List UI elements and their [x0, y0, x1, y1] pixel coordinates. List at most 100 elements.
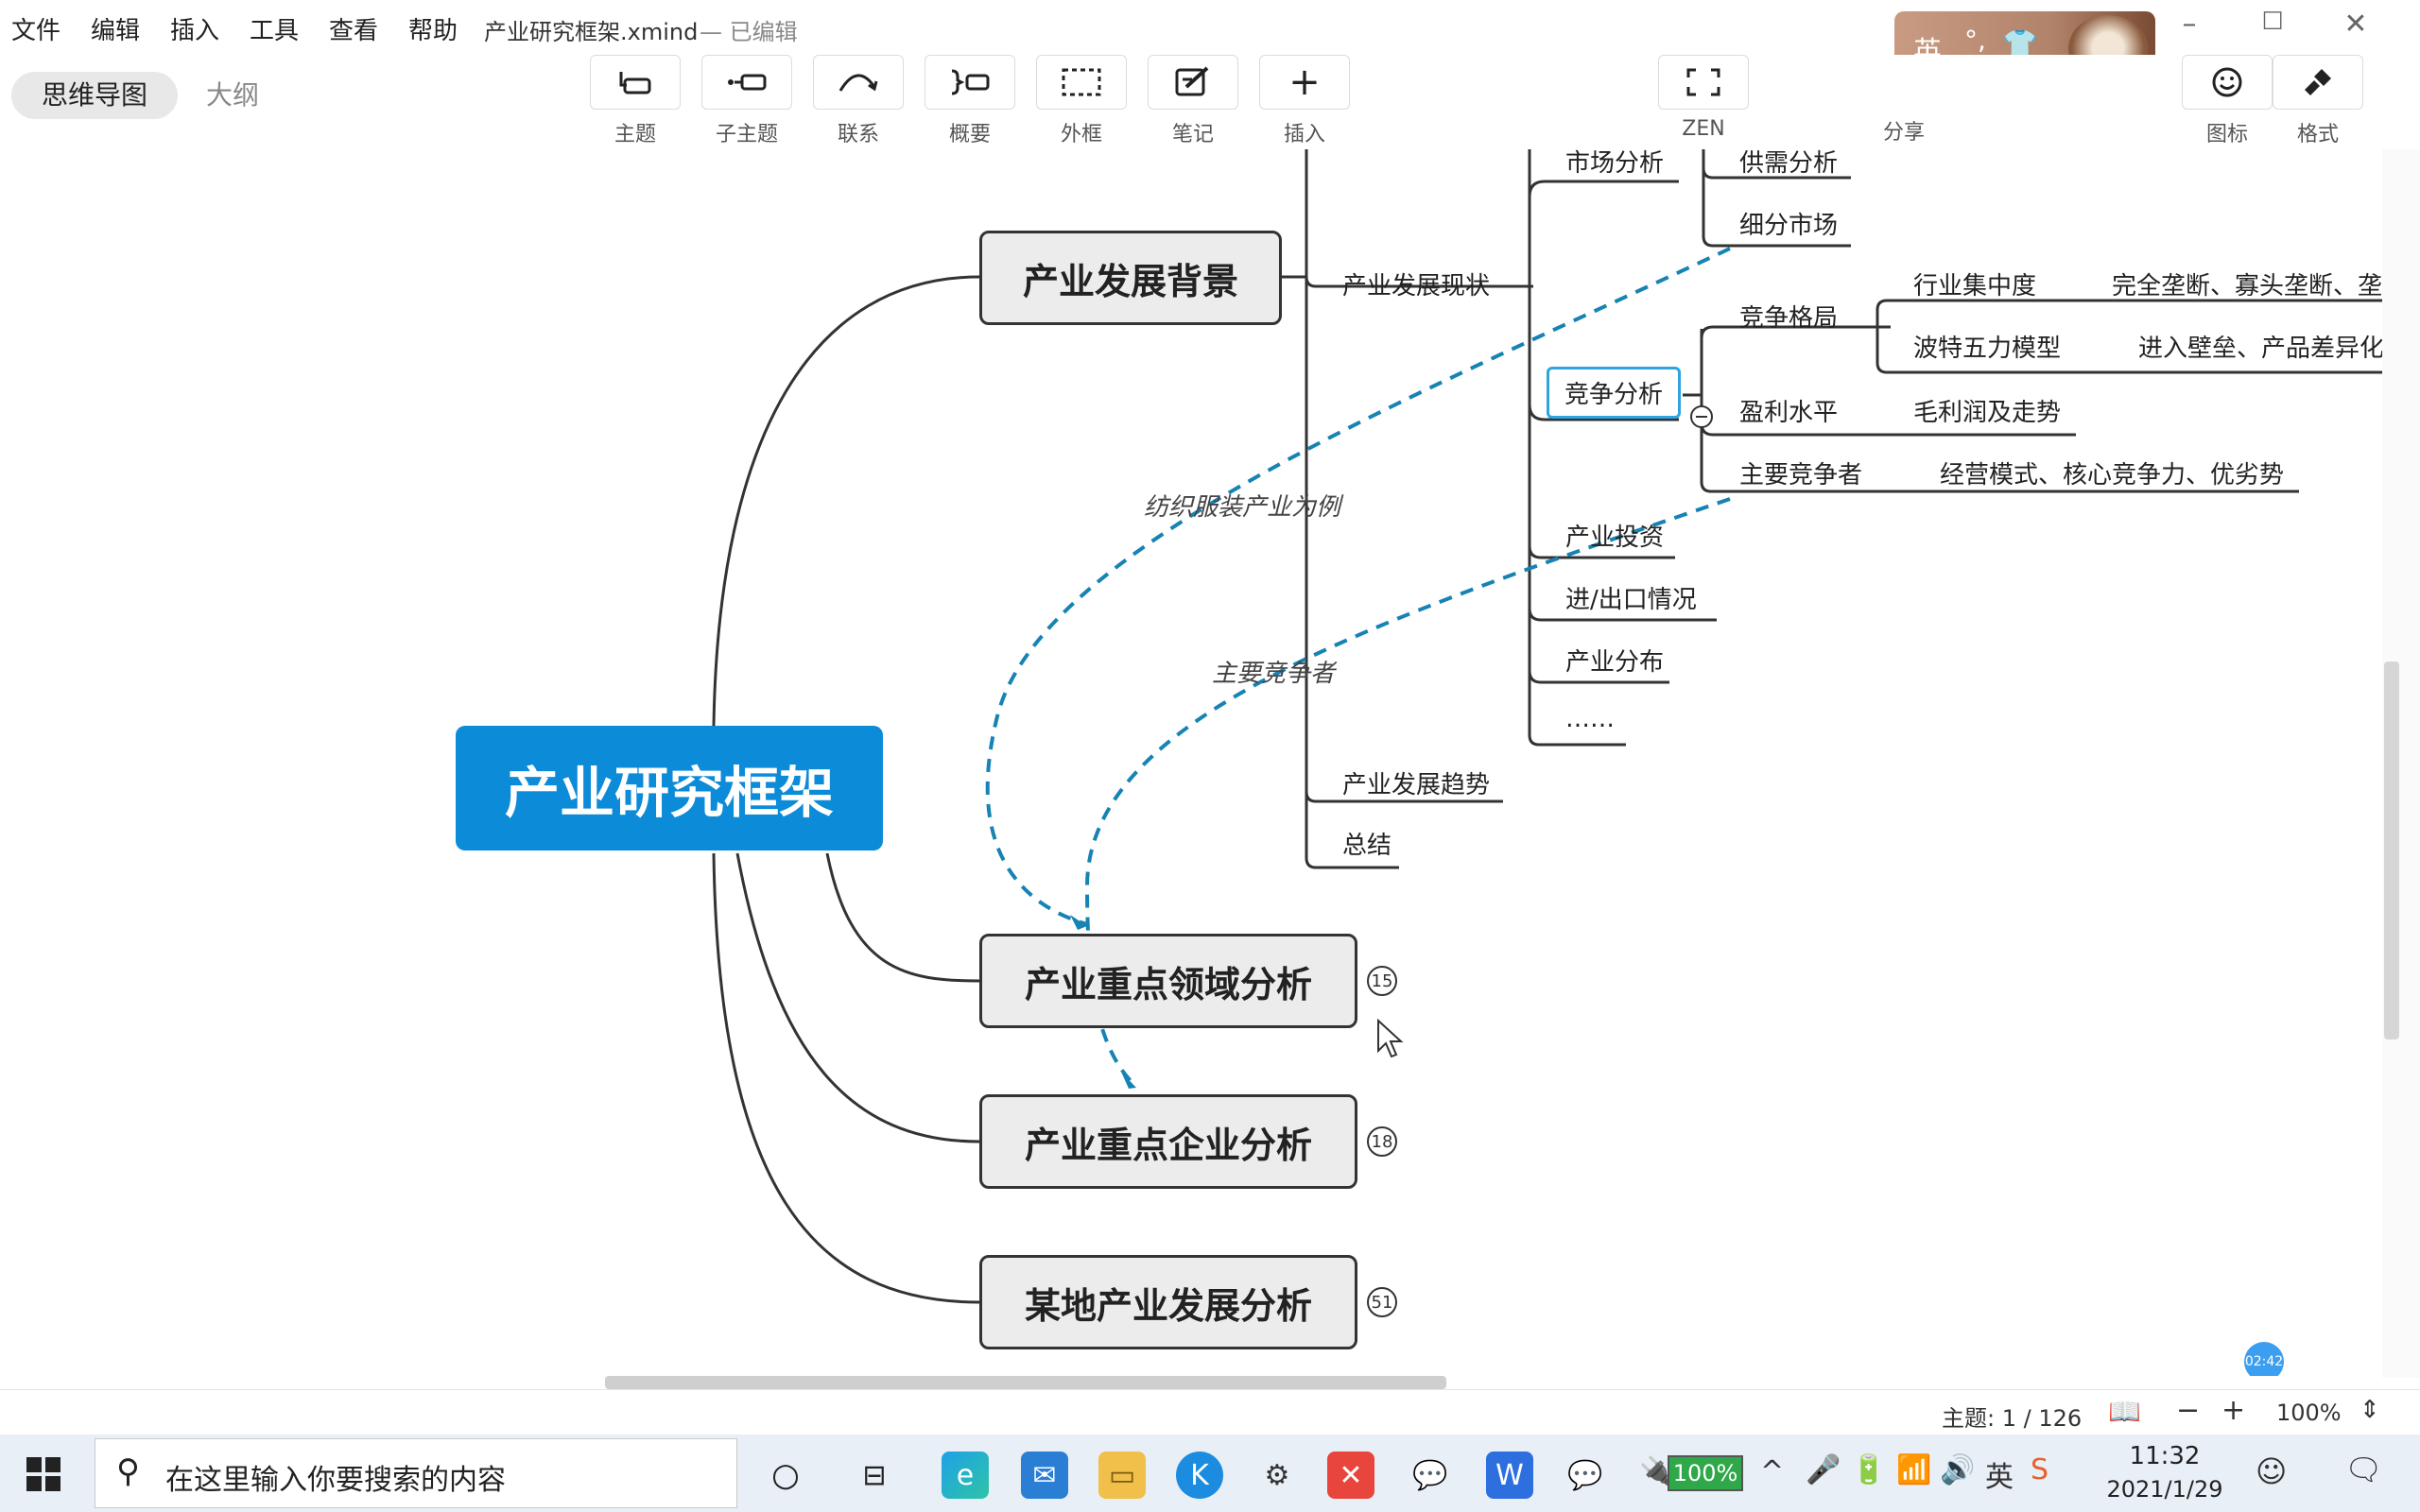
- menu-edit[interactable]: 编辑: [91, 11, 140, 46]
- document-title: 产业研究框架.xmind: [484, 19, 699, 45]
- search-placeholder: 在这里输入你要搜索的内容: [165, 1464, 506, 1497]
- topic-competition-pattern[interactable]: 竞争格局: [1739, 299, 1838, 334]
- mail-icon[interactable]: ✉: [1021, 1452, 1068, 1499]
- topic-monopoly-types[interactable]: 完全垄断、寡头垄断、垄: [2112, 266, 2382, 301]
- status-bar: 主题: 1 / 126 📖 − + 100% ⇕: [0, 1389, 2420, 1435]
- vertical-scrollbar[interactable]: [2384, 662, 2399, 1040]
- zen-button[interactable]: ZEN: [1658, 55, 1749, 141]
- subtopic-button[interactable]: 子主题: [701, 55, 792, 147]
- timer-badge[interactable]: 02:42: [2244, 1342, 2284, 1376]
- maximize-icon[interactable]: ☐: [2244, 8, 2301, 36]
- ime-indicator-icon[interactable]: 英: [1985, 1453, 2014, 1495]
- microphone-icon[interactable]: 🎤: [1806, 1453, 1841, 1486]
- boundary-label: 外框: [1060, 123, 1102, 146]
- battery-indicator[interactable]: 100%: [1668, 1455, 1743, 1491]
- clock-date[interactable]: 2021/1/29: [2089, 1476, 2240, 1503]
- topic-business-model[interactable]: 经营模式、核心竞争力、优劣势: [1940, 455, 2284, 490]
- battery-icon[interactable]: 🔋: [1851, 1453, 1886, 1486]
- collapsed-count-badge[interactable]: 51: [1367, 1287, 1397, 1317]
- task-view-icon[interactable]: ⊟: [851, 1452, 898, 1499]
- topic-barriers[interactable]: 进入壁垒、产品差异化: [2138, 329, 2382, 364]
- root-topic[interactable]: 产业研究框架: [456, 726, 883, 850]
- wechat-icon[interactable]: 💬: [1562, 1452, 1609, 1499]
- fullscreen-icon: [1658, 55, 1749, 110]
- topic-current-status[interactable]: 产业发展现状: [1342, 266, 1490, 301]
- close-icon[interactable]: ✕: [2327, 8, 2384, 41]
- topic-competition-analysis[interactable]: 竞争分析: [1547, 367, 1682, 419]
- windows-start-icon[interactable]: [25, 1455, 62, 1493]
- insert-label: 插入: [1283, 123, 1325, 146]
- icon-panel-label: 图标: [2205, 123, 2248, 146]
- wps-icon[interactable]: W: [1486, 1452, 1533, 1499]
- menu-insert[interactable]: 插入: [170, 11, 219, 46]
- sogou-icon[interactable]: S: [2031, 1453, 2048, 1486]
- boundary-button[interactable]: 外框: [1036, 55, 1127, 147]
- topic-market-analysis[interactable]: 市场分析: [1565, 149, 1664, 179]
- topic-local-industry[interactable]: 某地产业发展分析: [979, 1255, 1357, 1349]
- settings-icon[interactable]: ⚙: [1253, 1452, 1301, 1499]
- chevron-up-icon[interactable]: ^: [1760, 1455, 1784, 1488]
- horizontal-scrollbar[interactable]: [605, 1376, 1446, 1389]
- summary-button[interactable]: 概要: [925, 55, 1015, 147]
- share-button[interactable]: 分享: [1858, 55, 1949, 146]
- notification-icon[interactable]: 🗨: [2344, 1452, 2383, 1487]
- topic-distribution[interactable]: 产业分布: [1565, 643, 1664, 678]
- insert-button[interactable]: + 插入: [1259, 55, 1350, 147]
- cortana-icon[interactable]: ○: [762, 1452, 809, 1499]
- relationship-icon: [813, 55, 904, 110]
- topic-concentration[interactable]: 行业集中度: [1913, 266, 2036, 301]
- topic-investment[interactable]: 产业投资: [1565, 518, 1664, 553]
- relationship-label[interactable]: 主要竞争者: [1212, 654, 1335, 689]
- zoom-level[interactable]: 100%: [2276, 1400, 2342, 1426]
- topic-summary[interactable]: 总结: [1342, 826, 1392, 861]
- relationship-label[interactable]: 纺织服装产业为例: [1144, 488, 1340, 523]
- mindmap-canvas[interactable]: 产业研究框架 产业发展背景 产业重点领域分析 产业重点企业分析 某地产业发展分析…: [0, 149, 2382, 1376]
- note-button[interactable]: 笔记: [1148, 55, 1238, 147]
- wifi-icon[interactable]: 📶: [1896, 1453, 1931, 1486]
- topic-five-forces[interactable]: 波特五力模型: [1913, 329, 2061, 364]
- clock-time[interactable]: 11:32: [2108, 1442, 2221, 1470]
- zoom-in-icon[interactable]: +: [2221, 1394, 2245, 1427]
- topic-key-enterprises[interactable]: 产业重点企业分析: [979, 1094, 1357, 1189]
- smiley-icon: [2182, 55, 2273, 110]
- topic-more[interactable]: ……: [1565, 705, 1615, 733]
- topic-industry-background[interactable]: 产业发展背景: [979, 231, 1282, 325]
- topic-profitability[interactable]: 盈利水平: [1739, 393, 1838, 428]
- toolbar: 思维导图 大纲 主题 子主题 联系 概要 外框 笔记 + 插入 ZEN 分享 图…: [0, 55, 2420, 150]
- volume-icon[interactable]: 🔊: [1940, 1453, 1975, 1486]
- file-explorer-icon[interactable]: ▭: [1098, 1452, 1146, 1499]
- topic-supply-demand[interactable]: 供需分析: [1739, 149, 1838, 179]
- topic-gross-profit[interactable]: 毛利润及走势: [1913, 393, 2061, 428]
- minimize-icon[interactable]: –: [2161, 8, 2218, 41]
- tab-outline[interactable]: 大纲: [176, 72, 289, 119]
- menu-file[interactable]: 文件: [11, 11, 60, 46]
- collapsed-count-badge[interactable]: 18: [1367, 1126, 1397, 1157]
- relationship-button[interactable]: 联系: [813, 55, 904, 147]
- format-button[interactable]: 格式: [2273, 55, 2363, 147]
- zoom-out-icon[interactable]: −: [2176, 1394, 2200, 1427]
- menu-view[interactable]: 查看: [329, 11, 378, 46]
- edge-browser-icon[interactable]: e: [942, 1452, 989, 1499]
- ime-punctuation[interactable]: °,: [1964, 25, 1986, 56]
- map-view-icon[interactable]: 📖: [2108, 1396, 2141, 1427]
- chat-app-icon[interactable]: 💬: [1407, 1452, 1454, 1499]
- topic-segment-market[interactable]: 细分市场: [1739, 206, 1838, 241]
- topic-icon: [590, 55, 681, 110]
- assistant-icon[interactable]: ☺: [2256, 1453, 2287, 1489]
- topic-key-areas[interactable]: 产业重点领域分析: [979, 934, 1357, 1028]
- topic-button[interactable]: 主题: [590, 55, 681, 147]
- taskbar-search[interactable]: ⚲ 在这里输入你要搜索的内容: [95, 1438, 737, 1508]
- icon-panel-button[interactable]: 图标: [2182, 55, 2273, 147]
- menu-tools[interactable]: 工具: [250, 11, 299, 46]
- k-app-icon[interactable]: K: [1176, 1452, 1223, 1499]
- tab-mindmap[interactable]: 思维导图: [11, 72, 179, 119]
- search-icon: ⚲: [116, 1452, 140, 1490]
- xmind-icon[interactable]: ✕: [1327, 1452, 1374, 1499]
- topic-import-export[interactable]: 进/出口情况: [1565, 580, 1697, 615]
- zoom-stepper-icon[interactable]: ⇕: [2360, 1396, 2380, 1424]
- topic-main-competitors[interactable]: 主要竞争者: [1739, 455, 1862, 490]
- brush-icon: [2273, 55, 2363, 110]
- topic-trend[interactable]: 产业发展趋势: [1342, 765, 1490, 800]
- menu-help[interactable]: 帮助: [408, 11, 458, 46]
- collapsed-count-badge[interactable]: 15: [1367, 966, 1397, 996]
